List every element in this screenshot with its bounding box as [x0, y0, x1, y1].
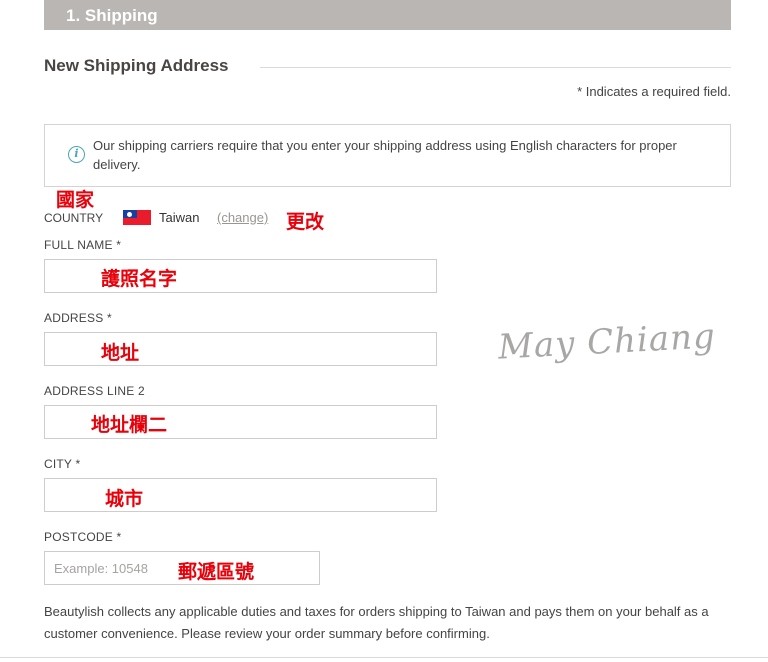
- info-notice-box: i Our shipping carriers require that you…: [44, 124, 731, 187]
- step-header-bar: 1. Shipping: [44, 0, 731, 30]
- annotation-change: 更改: [286, 211, 325, 233]
- country-value: Taiwan: [159, 210, 200, 225]
- change-country-link[interactable]: (change): [217, 210, 268, 225]
- annotation-full-name: 護照名字: [101, 268, 178, 290]
- full-name-label: FULL NAME *: [44, 238, 122, 252]
- annotation-address: 地址: [101, 342, 140, 364]
- step-title: 1. Shipping: [66, 6, 158, 25]
- country-label: COUNTRY: [44, 211, 104, 225]
- address-line-2-label: ADDRESS LINE 2: [44, 384, 145, 398]
- country-row: COUNTRY Taiwan (change): [44, 208, 444, 228]
- annotation-address-line-2: 地址欄二: [91, 414, 168, 436]
- taiwan-flag-icon: [123, 210, 151, 225]
- address-label: ADDRESS *: [44, 311, 112, 325]
- annotation-city: 城市: [105, 488, 144, 510]
- city-label: CITY *: [44, 457, 81, 471]
- section-header: New Shipping Address: [44, 56, 731, 78]
- info-icon: i: [68, 146, 85, 163]
- bottom-divider: [0, 657, 768, 658]
- info-notice-text: Our shipping carriers require that you e…: [93, 138, 677, 172]
- duties-taxes-note: Beautylish collects any applicable dutie…: [44, 604, 709, 641]
- section-title: New Shipping Address: [44, 56, 229, 75]
- watermark-signature: May Chiang: [497, 316, 717, 368]
- city-input[interactable]: [44, 478, 437, 512]
- required-field-note: * Indicates a required field.: [577, 84, 731, 99]
- annotation-postcode: 郵遞區號: [178, 561, 255, 583]
- section-divider: [260, 67, 731, 68]
- postcode-label: POSTCODE *: [44, 530, 122, 544]
